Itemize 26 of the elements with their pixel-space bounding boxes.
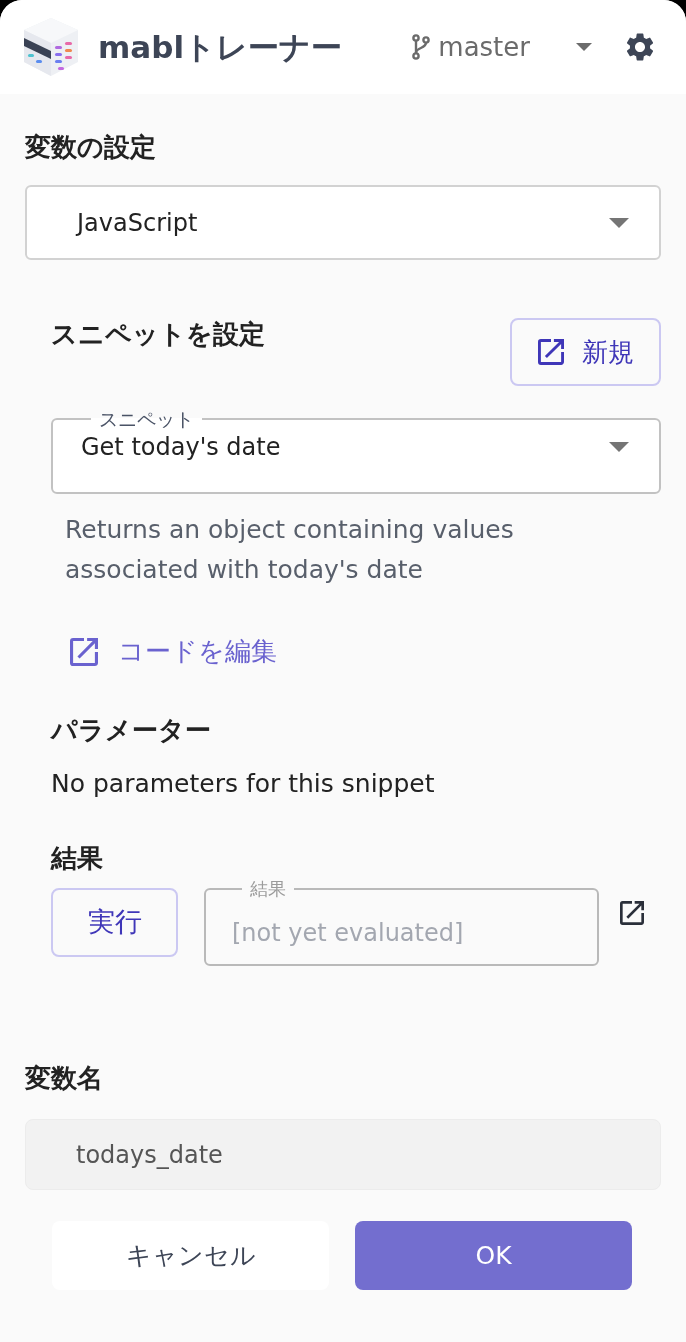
field-label: 結果 [249, 878, 287, 900]
result-title: 結果 [51, 843, 104, 873]
parameters-title: パラメーター [51, 715, 212, 745]
snippet-section-title: スニペットを設定 [51, 319, 265, 349]
ok-button[interactable]: OK [355, 1221, 632, 1290]
parameters-empty-text: No parameters for this snippet [51, 768, 436, 800]
cancel-button[interactable]: キャンセル [52, 1221, 329, 1290]
caret-icon [609, 442, 629, 452]
variable-name-title: 変数名 [25, 1063, 104, 1093]
external-link-icon [537, 339, 564, 365]
external-link-icon[interactable] [620, 901, 644, 925]
edit-code-link[interactable]: コードを編集 [70, 632, 277, 671]
caret-icon [609, 217, 629, 228]
snippet-description: Returns an object containing values associated with today's date [65, 514, 515, 586]
type-dropdown[interactable]: JavaScript [25, 185, 661, 260]
logo-icon [22, 16, 80, 78]
branch-dropdown[interactable]: master [412, 27, 592, 67]
settings-icon[interactable] [626, 33, 654, 61]
section-title: 変数の設定 [25, 132, 157, 162]
external-link-icon [70, 637, 98, 666]
branch-icon [412, 34, 431, 60]
field-label: スニペット [98, 408, 195, 430]
app-title: mablトレーナー [98, 27, 343, 67]
new-snippet-button[interactable]: 新規 [510, 318, 661, 386]
run-button[interactable]: 実行 [51, 888, 178, 957]
caret-icon [576, 43, 592, 51]
